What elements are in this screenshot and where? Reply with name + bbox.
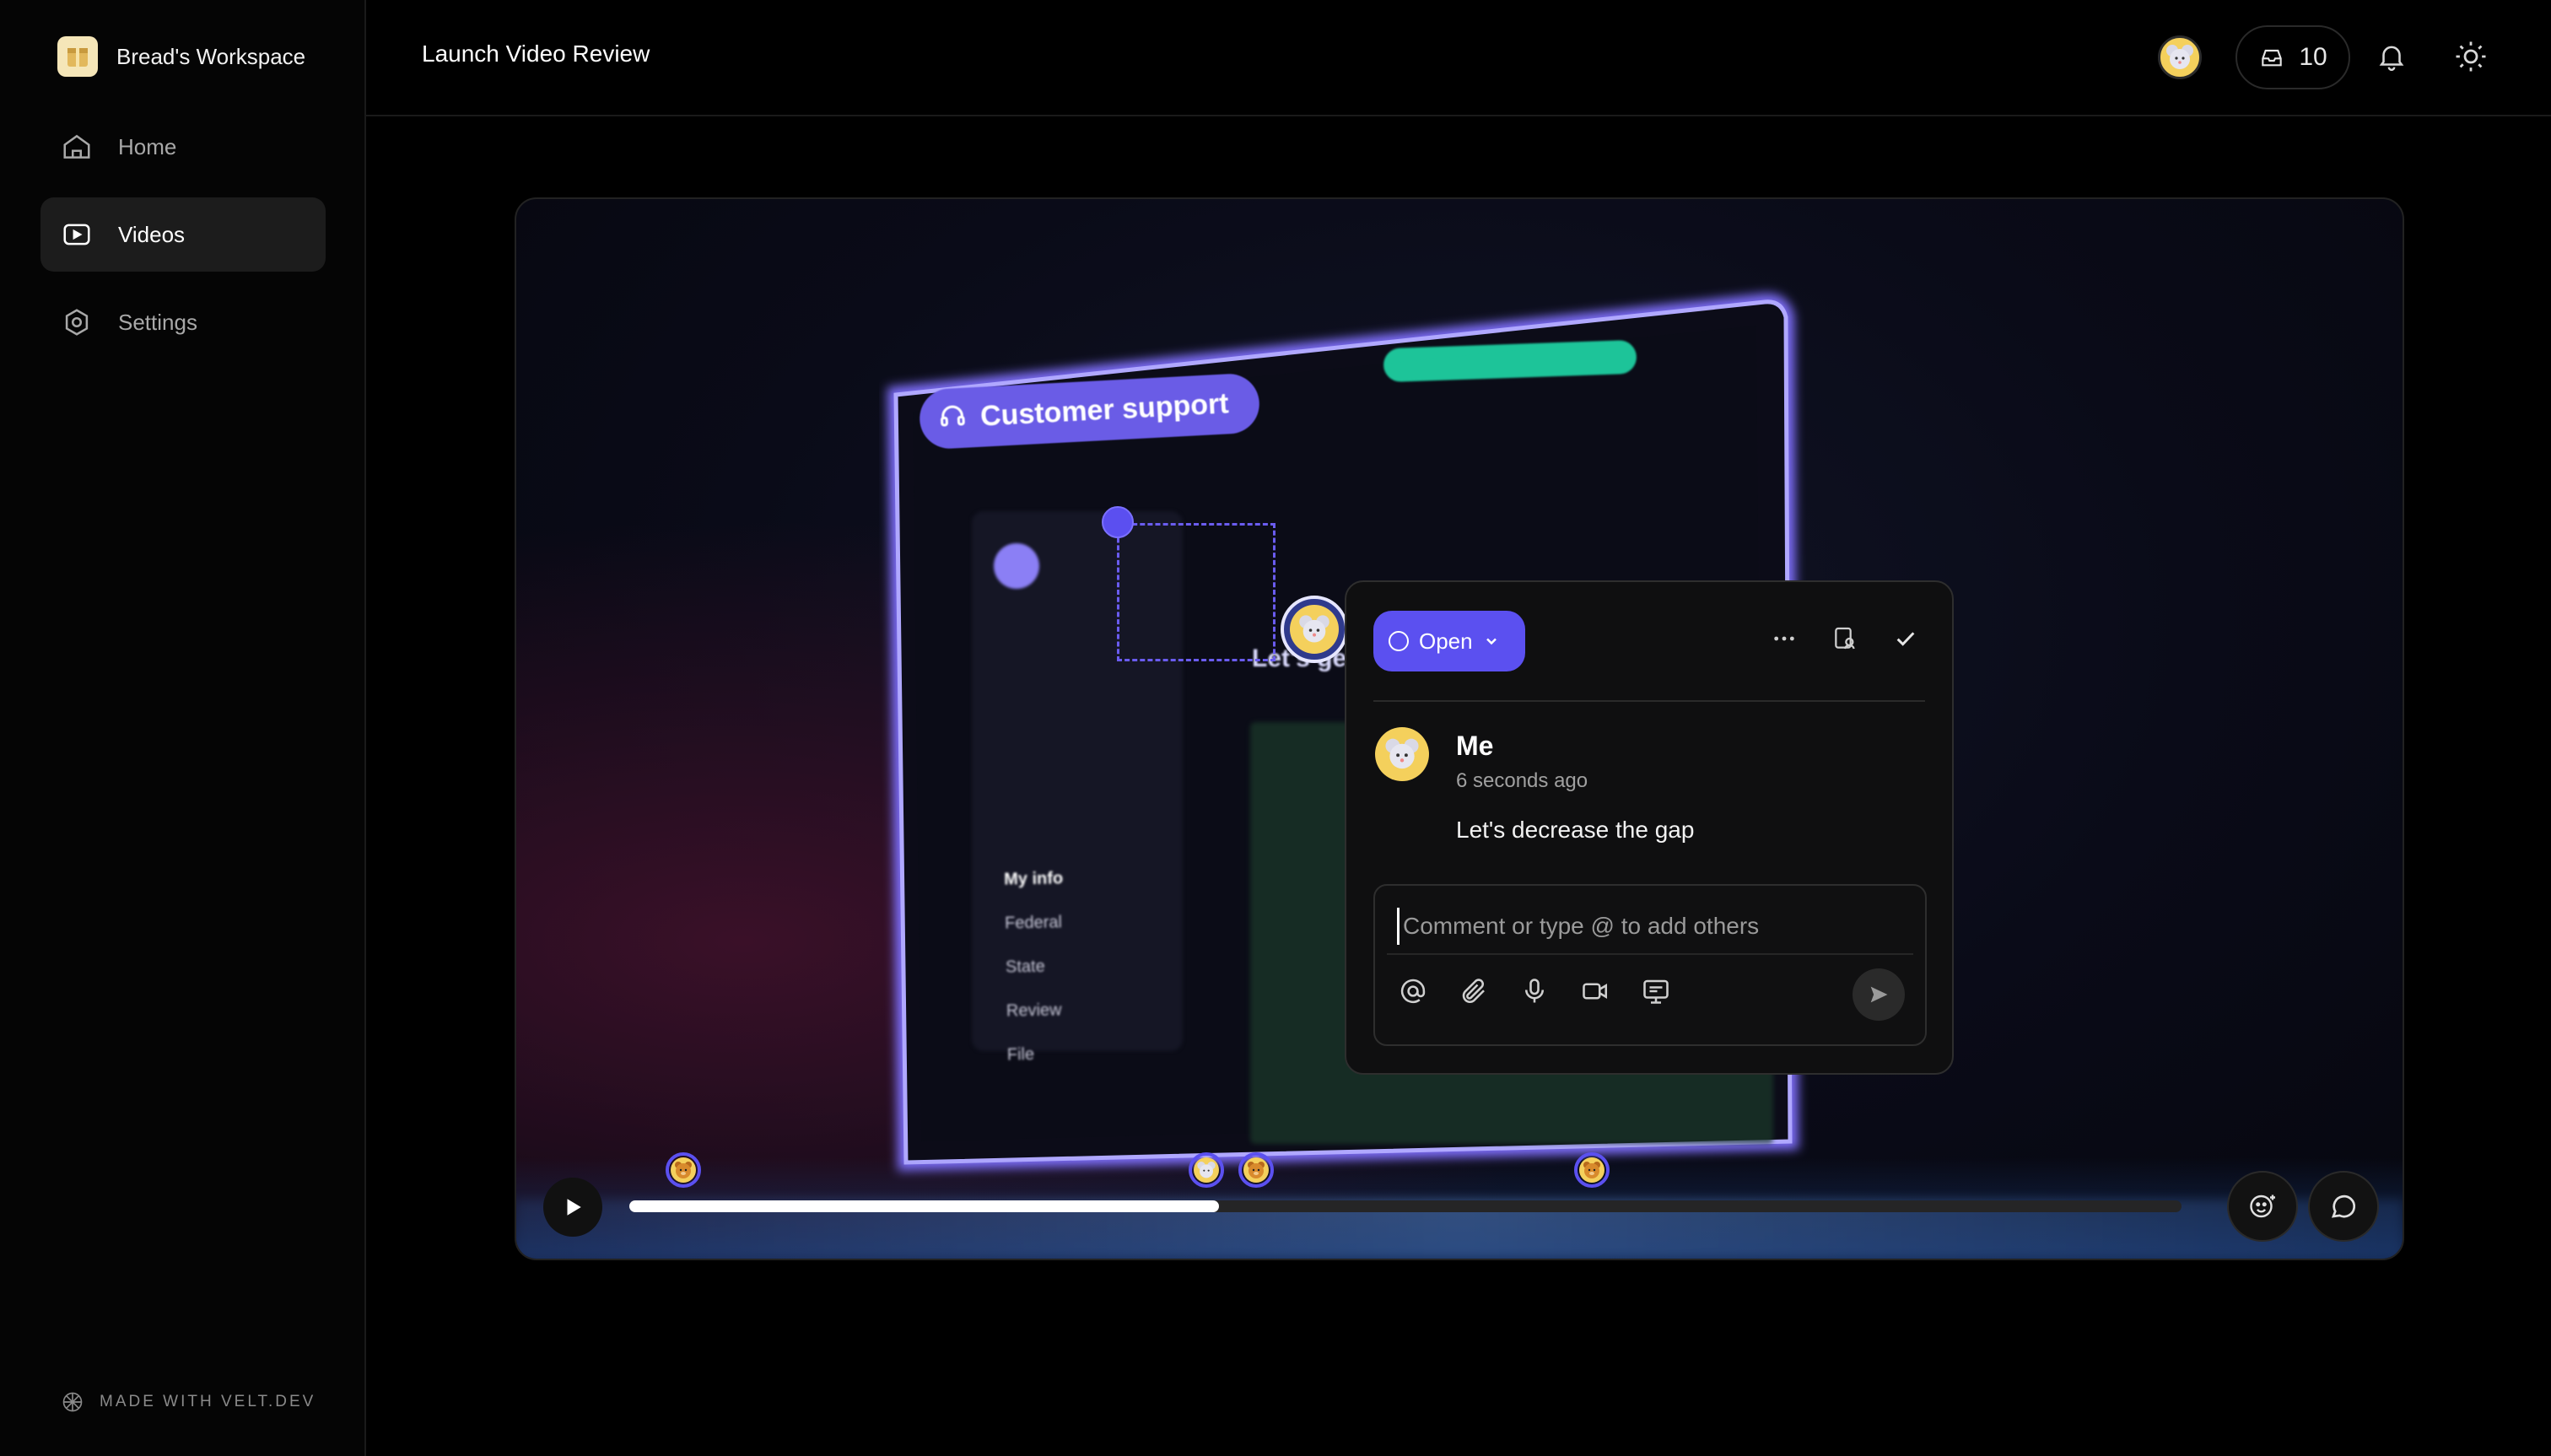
check-icon bbox=[1896, 632, 1915, 646]
comment-pin-avatar[interactable] bbox=[1281, 596, 1348, 663]
record-screen-button[interactable] bbox=[1640, 975, 1672, 1007]
settings-icon bbox=[65, 309, 89, 336]
workspace-name: Bread's Workspace bbox=[116, 43, 306, 69]
sun-icon bbox=[2456, 41, 2486, 72]
bear-avatar-icon bbox=[1578, 1157, 1604, 1183]
video-frame-menu-item: File bbox=[1006, 1045, 1035, 1065]
record-video-button[interactable] bbox=[1579, 975, 1611, 1007]
bear-avatar-icon bbox=[1243, 1157, 1270, 1183]
add-comment-button[interactable] bbox=[2308, 1171, 2379, 1242]
mouse-avatar-icon bbox=[1194, 1157, 1220, 1183]
headset-icon bbox=[937, 402, 968, 439]
inbox-button[interactable]: 10 bbox=[2235, 25, 2350, 89]
play-button[interactable] bbox=[543, 1178, 602, 1237]
customer-support-text: Customer support bbox=[979, 387, 1230, 433]
at-sign-icon bbox=[1400, 979, 1426, 1004]
sidebar-nav: Home Videos Settings bbox=[40, 110, 326, 373]
mouse-avatar-icon bbox=[1385, 738, 1419, 769]
sidebar-item-videos[interactable]: Videos bbox=[40, 197, 326, 272]
send-icon bbox=[1870, 986, 1888, 1003]
dialog-divider bbox=[1373, 700, 1925, 702]
notifications-button[interactable] bbox=[2376, 40, 2408, 77]
video-progress-bar[interactable] bbox=[629, 1200, 2182, 1212]
mouse-avatar-icon bbox=[1290, 605, 1339, 654]
made-with-velt-link[interactable]: MADE WITH VELT.DEV bbox=[61, 1390, 316, 1414]
resolve-button[interactable] bbox=[1891, 624, 1920, 653]
comment-anchor-dot[interactable] bbox=[1102, 506, 1134, 538]
sidebar-item-label: Home bbox=[118, 133, 177, 159]
comment-author: Me bbox=[1456, 731, 1494, 761]
comment-dialog: Open Me 6 seconds ago Let's decrease the… bbox=[1345, 580, 1954, 1075]
comment-composer bbox=[1373, 884, 1927, 1046]
user-avatar[interactable] bbox=[2158, 35, 2202, 79]
sidebar-item-label: Settings bbox=[118, 309, 197, 335]
video-progress-fill bbox=[629, 1200, 1220, 1212]
emoji-add-icon bbox=[2250, 1194, 2275, 1218]
paperclip-icon bbox=[1462, 979, 1485, 1004]
comment-timestamp: 6 seconds ago bbox=[1456, 769, 1588, 792]
add-reaction-button[interactable] bbox=[2227, 1171, 2298, 1242]
page-title: Launch Video Review bbox=[422, 40, 650, 67]
bear-avatar-icon bbox=[671, 1157, 697, 1183]
package-icon bbox=[57, 36, 98, 77]
velt-logo-icon bbox=[62, 1392, 83, 1412]
sidebar: Bread's Workspace Home Videos Settings M… bbox=[0, 0, 366, 1456]
comment-area-selection[interactable] bbox=[1117, 523, 1276, 661]
video-icon bbox=[63, 224, 90, 245]
play-icon bbox=[567, 1199, 581, 1216]
timeline-comment-marker[interactable] bbox=[1573, 1152, 1610, 1188]
more-dots-icon bbox=[1774, 636, 1794, 641]
assign-button[interactable] bbox=[1831, 624, 1859, 653]
sidebar-item-home[interactable]: Home bbox=[40, 110, 326, 184]
composer-divider bbox=[1387, 953, 1913, 955]
video-frame-avatar-dot bbox=[994, 543, 1039, 589]
status-dropdown[interactable]: Open bbox=[1373, 611, 1525, 671]
video-camera-icon bbox=[1583, 983, 1608, 1000]
inbox-count: 10 bbox=[2299, 43, 2327, 71]
status-label: Open bbox=[1419, 628, 1473, 654]
theme-toggle-button[interactable] bbox=[2453, 39, 2489, 78]
send-button[interactable] bbox=[1853, 968, 1905, 1021]
comment-input[interactable] bbox=[1397, 908, 1903, 945]
top-header: Launch Video Review bbox=[366, 0, 2551, 116]
mouse-avatar-icon bbox=[2166, 45, 2193, 69]
made-with-label: MADE WITH VELT.DEV bbox=[100, 1393, 316, 1410]
bell-icon bbox=[2379, 46, 2404, 72]
comment-bubble-icon bbox=[2331, 1194, 2356, 1218]
sidebar-item-label: Videos bbox=[118, 221, 186, 247]
more-options-button[interactable] bbox=[1770, 624, 1799, 653]
attach-button[interactable] bbox=[1458, 975, 1490, 1007]
comment-author-avatar bbox=[1375, 727, 1429, 781]
video-frame-menu-item: Review bbox=[1006, 1000, 1062, 1021]
composer-toolbar bbox=[1397, 975, 1672, 1007]
sidebar-item-settings[interactable]: Settings bbox=[40, 285, 326, 359]
video-frame-menu-item: Federal bbox=[1004, 913, 1063, 933]
video-frame-menu-item: State bbox=[1005, 957, 1045, 977]
assign-user-icon bbox=[1835, 627, 1855, 650]
chevron-down-icon bbox=[1486, 638, 1497, 645]
status-open-icon bbox=[1389, 631, 1409, 651]
screen-record-icon bbox=[1643, 979, 1669, 1004]
microphone-icon bbox=[1524, 979, 1545, 1003]
video-frame-menu: My info Federal State Review File bbox=[1004, 856, 1067, 1076]
inbox-icon bbox=[2262, 49, 2283, 67]
home-icon bbox=[63, 134, 90, 159]
mention-button[interactable] bbox=[1397, 975, 1429, 1007]
workspace-switcher[interactable]: Bread's Workspace bbox=[57, 34, 305, 79]
record-audio-button[interactable] bbox=[1518, 975, 1551, 1007]
comment-body: Let's decrease the gap bbox=[1456, 817, 1695, 843]
video-frame-menu-item: My info bbox=[1003, 869, 1064, 889]
dialog-actions bbox=[1770, 624, 1920, 653]
